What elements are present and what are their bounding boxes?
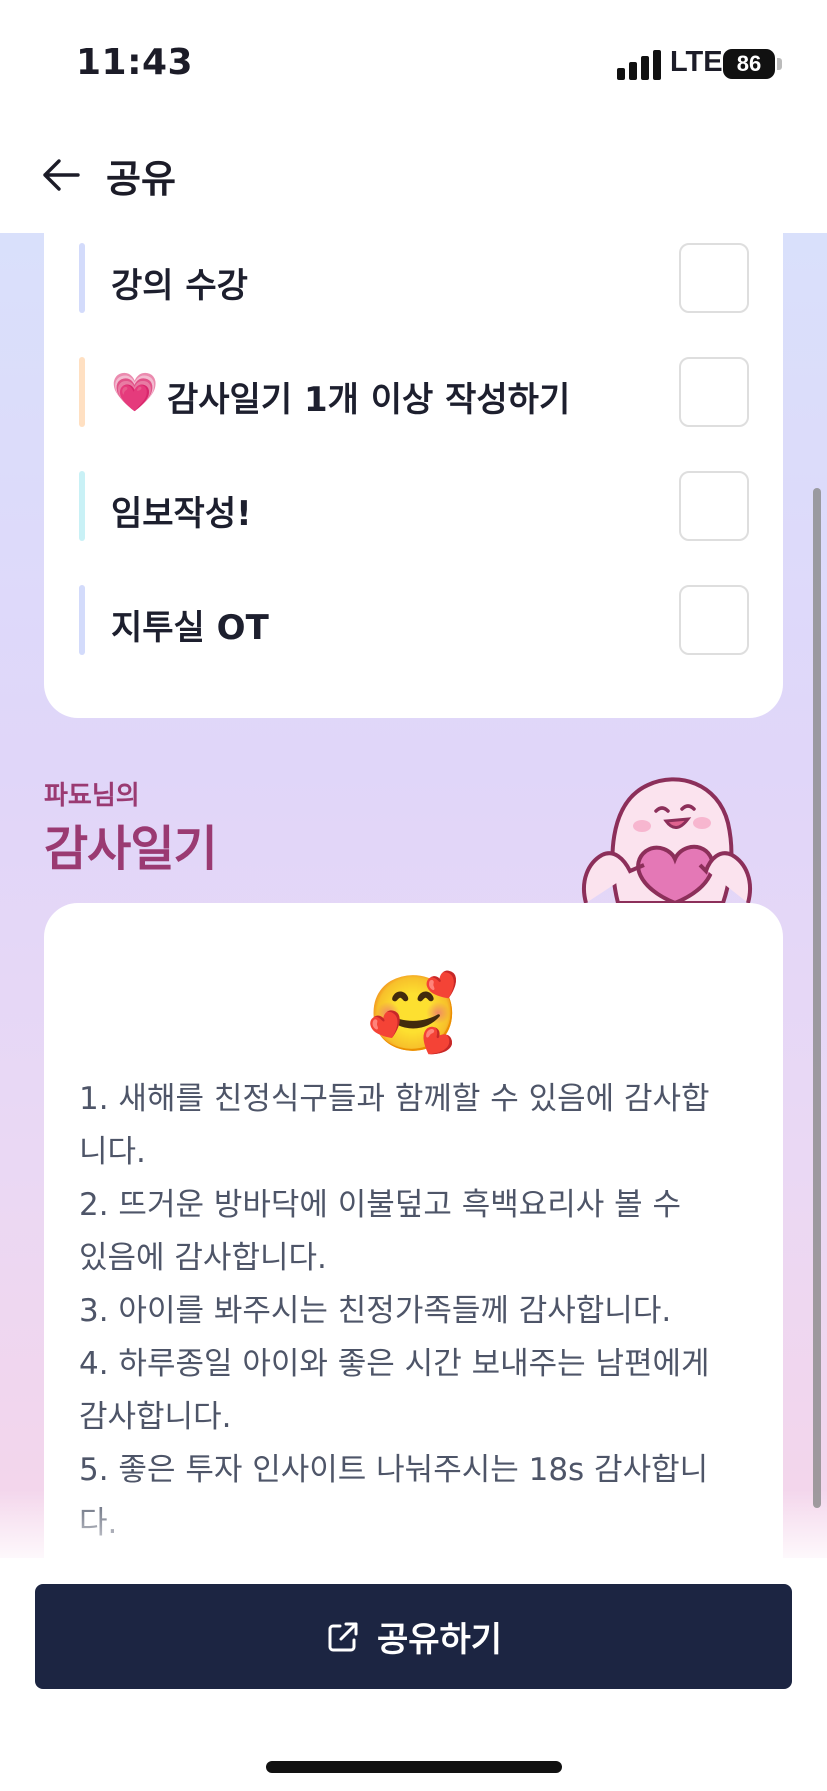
todo-color-bar — [79, 357, 85, 427]
diary-title: 감사일기 — [44, 821, 218, 877]
diary-line: 4. 하루종일 아이와 좋은 시간 보내주는 남편에게 — [79, 1346, 710, 1382]
todo-checkbox[interactable] — [679, 357, 749, 427]
diary-line: 감사합니다. — [79, 1399, 232, 1435]
status-bar: 11:43 LTE 86 — [0, 0, 827, 120]
pink-heart-icon: 💗 — [111, 370, 159, 414]
share-preview[interactable]: 강의 수강 💗 감사일기 1개 이상 작성하기 임보작성! 지투실 OT 파됴님… — [0, 233, 827, 1558]
diary-text: 1. 새해를 친정식구들과 함께할 수 있음에 감사합 니다. 2. 뜨거운 방… — [79, 1073, 759, 1550]
external-link-icon — [328, 1622, 358, 1651]
gratitude-diary-card: 🥰 1. 새해를 친정식구들과 함께할 수 있음에 감사합 니다. 2. 뜨거운… — [44, 903, 783, 1558]
diary-line: 니다. — [79, 1134, 146, 1170]
todo-color-bar — [79, 243, 85, 313]
todo-color-bar — [79, 585, 85, 655]
diary-line: 1. 새해를 친정식구들과 함께할 수 있음에 감사합 — [79, 1081, 710, 1117]
back-button[interactable] — [38, 152, 84, 198]
todo-label: 감사일기 1개 이상 작성하기 — [167, 380, 571, 420]
battery-tip — [777, 58, 782, 70]
todo-checkbox[interactable] — [679, 585, 749, 655]
share-button-label: 공유하기 — [376, 1620, 503, 1660]
nav-bar: 공유 — [0, 120, 827, 233]
battery-level: 86 — [736, 51, 762, 76]
status-time: 11:43 — [76, 42, 194, 83]
scroll-fade — [0, 1488, 827, 1558]
diary-line: 있음에 감사합니다. — [79, 1240, 327, 1276]
todo-card: 강의 수강 💗 감사일기 1개 이상 작성하기 임보작성! 지투실 OT — [44, 233, 783, 718]
todo-item: 강의 수강 — [79, 243, 749, 313]
arrow-left-icon — [43, 159, 80, 191]
todo-item: 임보작성! — [79, 471, 749, 541]
todo-color-bar — [79, 471, 85, 541]
todo-label: 임보작성! — [111, 494, 252, 534]
diary-line: 2. 뜨거운 방바닥에 이불덮고 흑백요리사 볼 수 — [79, 1187, 682, 1223]
home-indicator — [266, 1761, 562, 1773]
scrollbar[interactable] — [813, 488, 821, 1508]
network-type: LTE — [670, 46, 723, 78]
bottom-bar: 공유하기 — [0, 1558, 827, 1791]
diary-line: 3. 아이를 봐주시는 친정가족들께 감사합니다. — [79, 1293, 672, 1329]
share-button[interactable]: 공유하기 — [35, 1584, 792, 1689]
todo-label: 지투실 OT — [111, 608, 269, 648]
smiling-hearts-icon: 🥰 — [367, 971, 460, 1057]
todo-checkbox[interactable] — [679, 471, 749, 541]
mascot-illustration — [582, 777, 752, 903]
diary-owner: 파됴님의 — [44, 781, 140, 811]
todo-label: 강의 수강 — [111, 266, 248, 306]
todo-item: 💗 감사일기 1개 이상 작성하기 — [79, 357, 749, 427]
todo-checkbox[interactable] — [679, 243, 749, 313]
signal-icon — [617, 50, 663, 80]
page-title: 공유 — [106, 157, 176, 201]
todo-item: 지투실 OT — [79, 585, 749, 655]
battery-icon: 86 — [723, 49, 775, 79]
